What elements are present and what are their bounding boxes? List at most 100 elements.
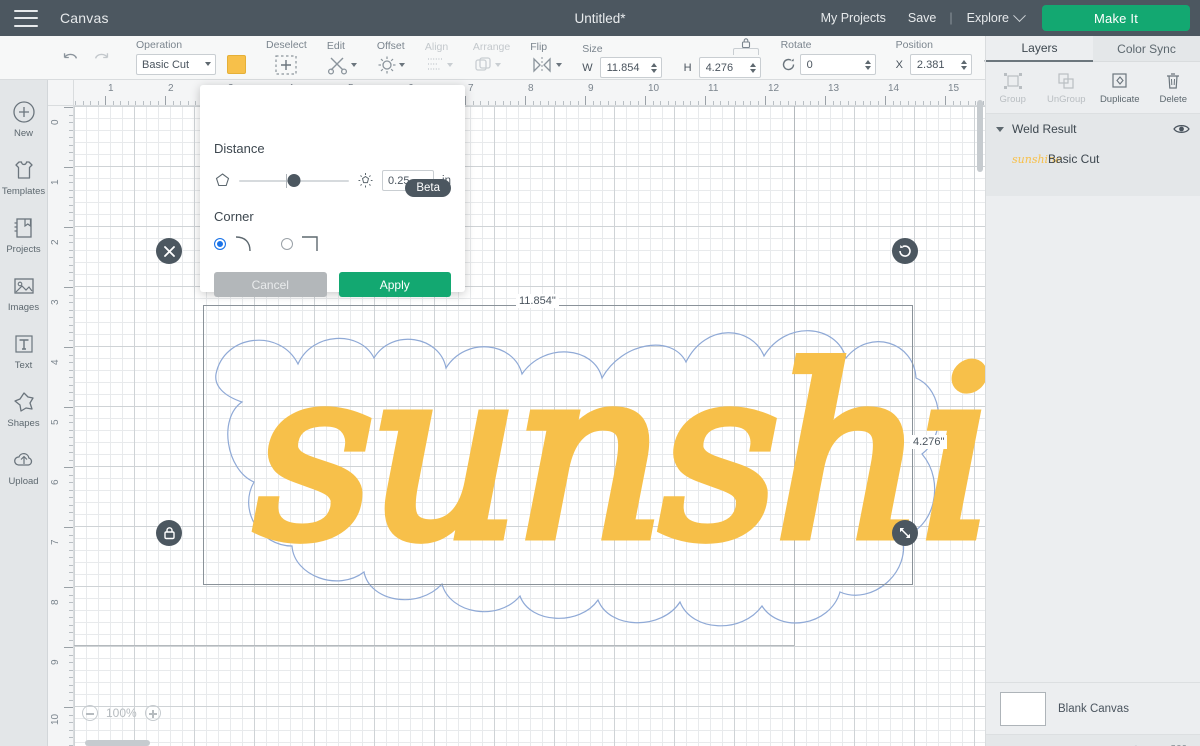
ruler-minor-tick <box>930 101 931 105</box>
ruler-label: 14 <box>888 83 900 94</box>
corner-options <box>214 234 451 254</box>
ruler-minor-tick <box>75 101 76 105</box>
ruler-minor-tick <box>69 579 73 581</box>
ruler-minor-tick <box>69 144 73 146</box>
ruler-minor-tick <box>82 101 84 105</box>
layer-group-name: Weld Result <box>1012 122 1077 136</box>
x-field[interactable] <box>909 54 972 75</box>
corner-square-option[interactable] <box>281 234 326 254</box>
slider-knob[interactable] <box>287 174 301 187</box>
zoom-out-button[interactable] <box>82 705 98 721</box>
ruler-minor-tick <box>697 101 699 105</box>
duplicate-button[interactable]: Duplicate <box>1093 62 1147 113</box>
corner-round-option[interactable] <box>214 234 259 254</box>
x-input[interactable] <box>916 58 959 71</box>
deselect-icon[interactable] <box>274 54 298 76</box>
canvas-label: Canvas <box>60 10 109 26</box>
rotate-stepper[interactable] <box>863 59 873 70</box>
offset-menu-button[interactable] <box>377 55 405 75</box>
ruler-minor-tick <box>180 101 181 105</box>
make-it-button[interactable]: Make It <box>1042 5 1190 31</box>
corner-round-radio[interactable] <box>214 238 226 250</box>
layer-thumbnail: sunshine <box>1012 152 1062 166</box>
distance-slider[interactable] <box>239 173 350 189</box>
ruler-minor-tick <box>150 101 151 105</box>
layer-group-row[interactable]: Weld Result <box>986 114 1200 144</box>
scissors-icon <box>327 57 347 75</box>
sidebar-item-upload[interactable]: Upload <box>0 438 48 496</box>
horizontal-scrollbar[interactable] <box>85 740 150 746</box>
flip-menu-button[interactable] <box>530 56 563 74</box>
save-button[interactable]: Save <box>897 11 948 25</box>
zoom-in-button[interactable] <box>144 705 161 721</box>
ruler-label: 2 <box>50 239 61 245</box>
edit-menu-button[interactable] <box>327 55 357 75</box>
sidebar-item-projects[interactable]: Projects <box>0 206 48 264</box>
height-stepper[interactable] <box>748 62 758 73</box>
ruler-tick <box>765 96 766 105</box>
hamburger-icon[interactable] <box>14 9 38 27</box>
x-stepper[interactable] <box>959 59 969 70</box>
width-field[interactable] <box>599 57 662 78</box>
tab-color-sync[interactable]: Color Sync <box>1093 36 1200 62</box>
ruler-minor-tick <box>69 662 73 663</box>
ruler-tick <box>885 96 886 105</box>
height-input[interactable] <box>705 61 748 74</box>
cancel-button[interactable]: Cancel <box>214 272 327 297</box>
canvas-color-swatch[interactable] <box>1000 691 1046 726</box>
eye-icon[interactable] <box>1173 123 1190 135</box>
canvas-layer-row[interactable]: Blank Canvas <box>986 682 1200 734</box>
ruler-minor-tick <box>69 422 73 423</box>
sidebar-item-templates[interactable]: Templates <box>0 148 48 206</box>
rotate-field[interactable] <box>799 54 876 75</box>
undo-arrow-icon[interactable] <box>62 50 79 65</box>
flip-group: Flip <box>520 36 572 80</box>
sidebar-item-shapes[interactable]: Shapes <box>0 380 48 438</box>
operation-select[interactable]: Basic Cut <box>136 54 216 75</box>
tab-layers[interactable]: Layers <box>986 36 1093 62</box>
sidebar-item-text[interactable]: Text <box>0 322 48 380</box>
ruler-minor-tick <box>69 137 73 138</box>
chevron-down-icon[interactable] <box>996 126 1004 132</box>
ruler-minor-tick <box>69 354 73 356</box>
redo-arrow-icon[interactable] <box>93 50 110 65</box>
height-field[interactable] <box>698 57 761 78</box>
lock-handle[interactable] <box>156 520 182 546</box>
delete-button[interactable]: Delete <box>1147 62 1200 113</box>
lock-ratio-icon[interactable] <box>731 37 761 55</box>
rotate-handle[interactable] <box>892 238 918 264</box>
ruler-minor-tick <box>727 101 729 105</box>
layer-child-row[interactable]: sunshine Basic Cut <box>986 144 1200 174</box>
notebook-icon <box>14 218 32 238</box>
ruler-label: 4 <box>50 359 61 365</box>
my-projects-link[interactable]: My Projects <box>810 11 897 25</box>
width-input[interactable] <box>606 61 649 74</box>
delete-handle[interactable] <box>156 238 182 264</box>
color-swatch[interactable] <box>227 55 246 74</box>
ruler-minor-tick <box>69 362 73 363</box>
corner-square-radio[interactable] <box>281 238 293 250</box>
operation-label: Operation <box>136 39 183 51</box>
square-corner-icon <box>302 236 318 251</box>
ruler-minor-tick <box>750 101 751 105</box>
sidebar-item-images[interactable]: Images <box>0 264 48 322</box>
apply-button[interactable]: Apply <box>338 272 451 297</box>
sidebar-item-new[interactable]: New <box>0 90 48 148</box>
ruler-minor-tick <box>69 377 73 378</box>
contour-button[interactable]: Contour <box>1157 735 1200 746</box>
resize-handle[interactable] <box>892 520 918 546</box>
ruler-minor-tick <box>892 101 894 105</box>
ruler-minor-tick <box>810 101 811 105</box>
vertical-scrollbar[interactable] <box>977 100 983 172</box>
group-label: Group <box>999 93 1026 105</box>
align-menu-button <box>425 56 453 74</box>
width-stepper[interactable] <box>649 62 659 73</box>
explore-machine-selector[interactable]: Explore <box>955 8 1034 25</box>
canvas-area[interactable]: sunshine 11.854" 4.276" <box>48 80 985 746</box>
ruler-minor-tick <box>735 101 736 105</box>
chevron-down-icon <box>1013 8 1026 22</box>
small-polygon-icon <box>215 173 230 187</box>
corner-label: Corner <box>214 209 254 224</box>
ruler-minor-tick <box>637 101 639 105</box>
rotate-input[interactable] <box>806 58 863 71</box>
